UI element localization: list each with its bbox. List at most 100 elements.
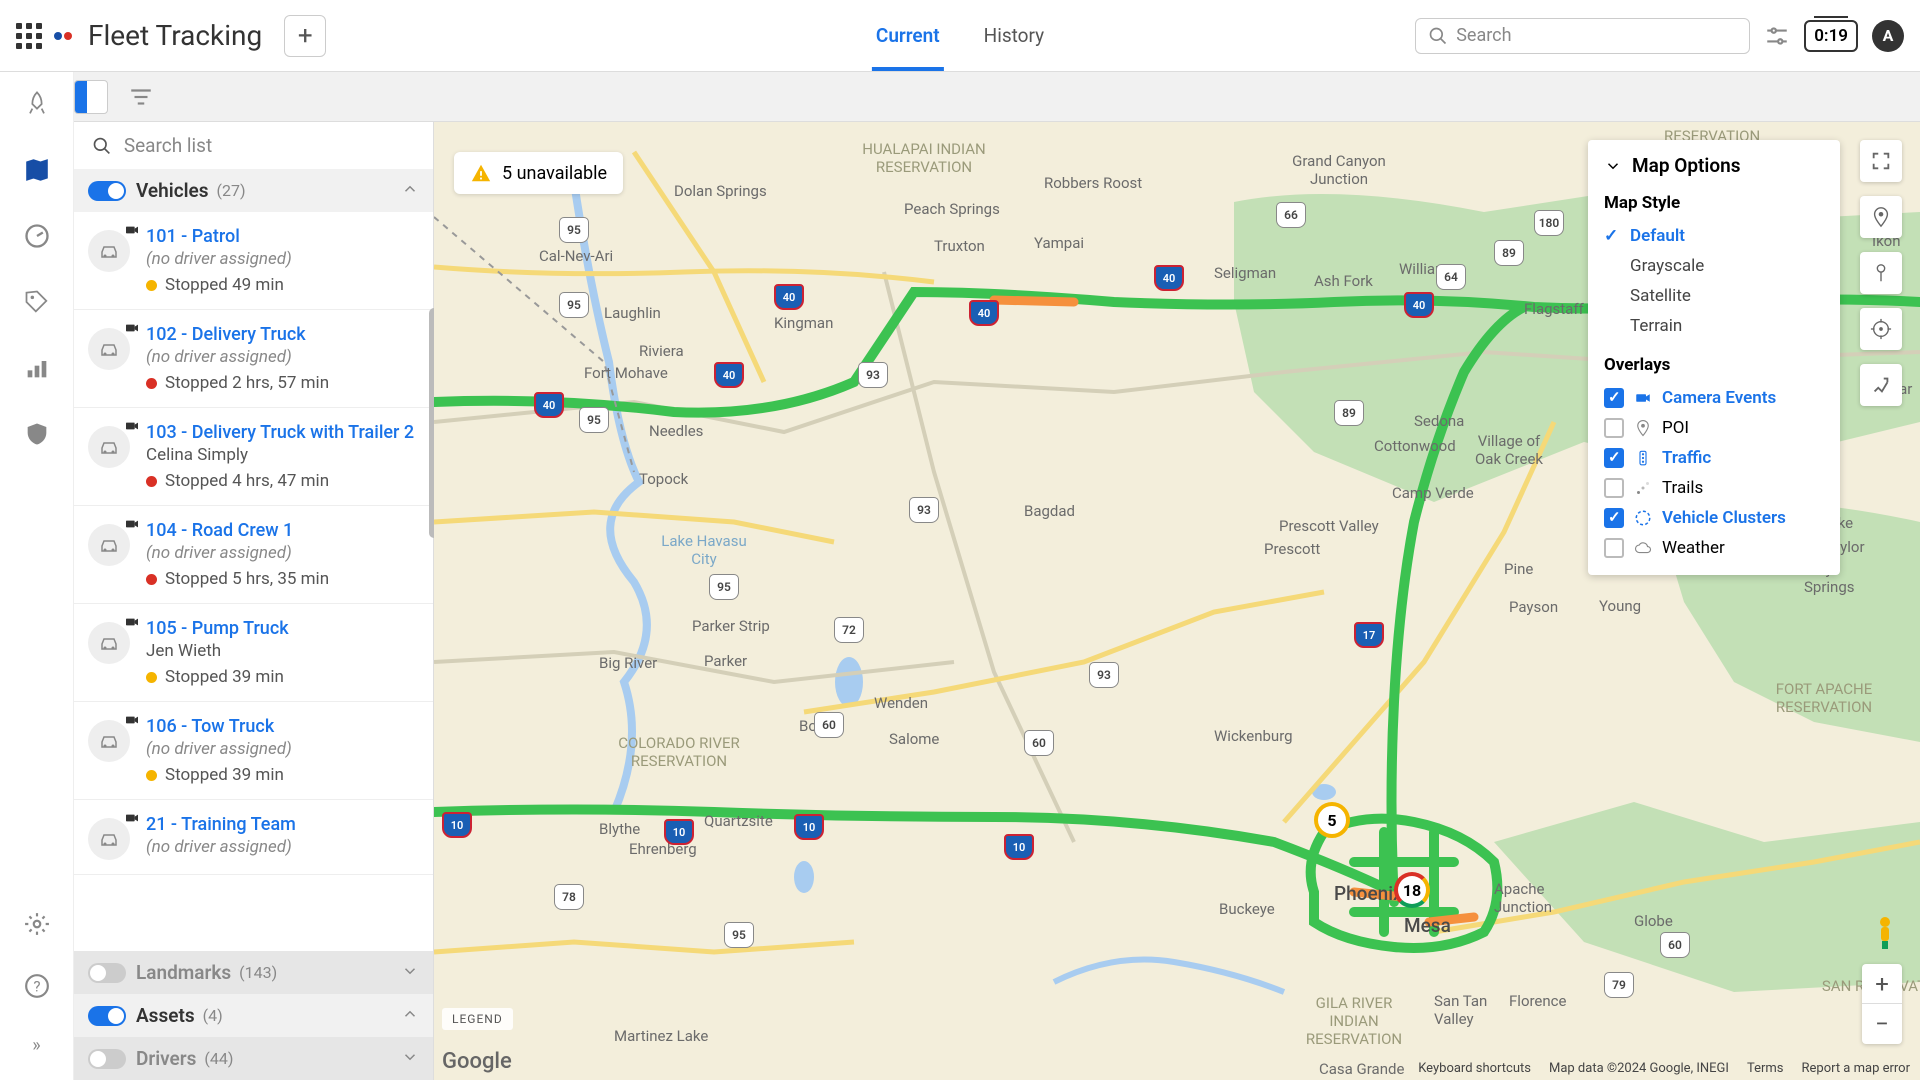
nav-dashboard-icon[interactable]: [19, 218, 55, 254]
checkbox[interactable]: [1604, 418, 1624, 438]
camera-badge-icon: [124, 516, 140, 532]
chevron-down-icon: [401, 962, 419, 984]
section-landmarks[interactable]: Landmarks (143): [74, 951, 433, 994]
recenter-button[interactable]: [1860, 308, 1902, 350]
directions-button[interactable]: [1860, 364, 1902, 406]
section-assets[interactable]: Assets (4): [74, 994, 433, 1037]
overlay-camera[interactable]: Camera Events: [1588, 383, 1840, 413]
add-button[interactable]: +: [284, 15, 326, 57]
panel-toggle-button[interactable]: [74, 80, 108, 114]
overlays-header: Overlays: [1588, 355, 1840, 375]
vehicle-name: 21 - Training Team: [146, 814, 419, 835]
overlay-traffic[interactable]: Traffic: [1588, 443, 1840, 473]
vehicle-name: 106 - Tow Truck: [146, 716, 419, 737]
overlay-clusters[interactable]: Vehicle Clusters: [1588, 503, 1840, 533]
vehicle-status: Stopped 4 hrs, 47 min: [146, 471, 419, 491]
drivers-toggle[interactable]: [88, 1049, 126, 1069]
nav-reports-icon[interactable]: [19, 350, 55, 386]
overlay-trails[interactable]: Trails: [1588, 473, 1840, 503]
vehicles-toggle[interactable]: [88, 181, 126, 201]
tab-current[interactable]: Current: [872, 0, 944, 71]
checkbox[interactable]: [1604, 538, 1624, 558]
legend-button[interactable]: LEGEND: [442, 1008, 513, 1030]
global-search-input[interactable]: [1456, 25, 1737, 46]
report-error-link[interactable]: Report a map error: [1801, 1061, 1910, 1076]
style-satellite[interactable]: Satellite: [1588, 281, 1840, 311]
nav-tags-icon[interactable]: [19, 284, 55, 320]
vehicle-name: 102 - Delivery Truck: [146, 324, 419, 345]
vehicle-list-item[interactable]: 105 - Pump Truck Jen Wieth Stopped 39 mi…: [74, 604, 433, 702]
map-options-header[interactable]: Map Options: [1588, 154, 1840, 177]
checkbox[interactable]: [1604, 388, 1624, 408]
map-data-text: Map data ©2024 Google, INEGI: [1549, 1061, 1729, 1076]
vehicle-driver: Jen Wieth: [146, 641, 419, 661]
assets-toggle[interactable]: [88, 1006, 126, 1026]
style-default[interactable]: ✓Default: [1588, 221, 1840, 251]
section-count: (143): [239, 963, 277, 982]
overlay-weather[interactable]: Weather: [1588, 533, 1840, 563]
vehicle-driver: (no driver assigned): [146, 347, 419, 367]
checkbox[interactable]: [1604, 508, 1624, 528]
vehicle-list-item[interactable]: 106 - Tow Truck (no driver assigned) Sto…: [74, 702, 433, 800]
style-terrain[interactable]: Terrain: [1588, 311, 1840, 341]
terms-link[interactable]: Terms: [1747, 1061, 1784, 1076]
nav-map-icon[interactable]: [19, 152, 55, 188]
fullscreen-button[interactable]: [1860, 140, 1902, 182]
chevron-down-icon: [401, 1048, 419, 1070]
weather-icon: [1634, 539, 1652, 557]
nav-launch-icon[interactable]: [19, 86, 55, 122]
list-search[interactable]: [74, 122, 433, 169]
section-label: Landmarks: [136, 961, 231, 984]
app-logo: [54, 32, 72, 40]
nav-settings-icon[interactable]: [20, 907, 54, 941]
section-drivers[interactable]: Drivers (44): [74, 1037, 433, 1080]
app-switcher-icon[interactable]: [16, 23, 42, 49]
tab-history[interactable]: History: [980, 0, 1048, 71]
checkbox[interactable]: [1604, 478, 1624, 498]
zoom-in-button[interactable]: +: [1862, 964, 1902, 1004]
vehicle-status: Stopped 5 hrs, 35 min: [146, 569, 419, 589]
filter-icon[interactable]: [128, 84, 154, 110]
vehicle-driver: (no driver assigned): [146, 249, 419, 269]
traffic-icon: [1634, 449, 1652, 467]
map-canvas[interactable]: Phoenix Mesa Flagstaff Kingman Prescott …: [434, 122, 1920, 1080]
vehicle-list-item[interactable]: 101 - Patrol (no driver assigned) Stoppe…: [74, 212, 433, 310]
map-options-title: Map Options: [1632, 154, 1740, 177]
nav-collapse-icon[interactable]: »: [28, 1031, 44, 1060]
settings-sliders-icon[interactable]: [1764, 23, 1790, 49]
section-count: (27): [217, 181, 246, 200]
section-vehicles[interactable]: Vehicles (27): [74, 169, 433, 212]
unavailable-badge[interactable]: 5 unavailable: [454, 152, 623, 194]
global-search[interactable]: [1415, 18, 1750, 54]
camera-icon: [1634, 389, 1652, 407]
zoom-out-button[interactable]: −: [1862, 1004, 1902, 1044]
unavailable-text: 5 unavailable: [502, 163, 607, 184]
vehicle-list-item[interactable]: 103 - Delivery Truck with Trailer 2 Celi…: [74, 408, 433, 506]
map-options-panel: Map Options Map Style ✓Default Grayscale…: [1588, 140, 1840, 575]
nav-admin-icon[interactable]: [19, 416, 55, 452]
vehicle-list-item[interactable]: 102 - Delivery Truck (no driver assigned…: [74, 310, 433, 408]
google-logo: Google: [442, 1049, 512, 1074]
vehicle-cluster[interactable]: 18: [1394, 872, 1430, 908]
vehicle-list-item[interactable]: 104 - Road Crew 1 (no driver assigned) S…: [74, 506, 433, 604]
overlay-poi[interactable]: POI: [1588, 413, 1840, 443]
poi-icon: [1634, 419, 1652, 437]
user-avatar[interactable]: A: [1872, 20, 1904, 52]
add-location-button[interactable]: [1860, 196, 1902, 238]
nav-help-icon[interactable]: [20, 969, 54, 1003]
checkbox[interactable]: [1604, 448, 1624, 468]
list-search-input[interactable]: [124, 134, 415, 157]
drop-pin-button[interactable]: [1860, 252, 1902, 294]
vehicle-name: 103 - Delivery Truck with Trailer 2: [146, 422, 419, 443]
landmarks-toggle[interactable]: [88, 963, 126, 983]
streetview-pegman[interactable]: [1870, 914, 1900, 954]
map-style-header: Map Style: [1588, 193, 1840, 213]
vehicle-list-item[interactable]: 21 - Training Team (no driver assigned): [74, 800, 433, 875]
vehicle-cluster[interactable]: 5: [1314, 802, 1350, 838]
keyboard-shortcuts-link[interactable]: Keyboard shortcuts: [1418, 1061, 1531, 1076]
vehicle-driver: (no driver assigned): [146, 837, 419, 857]
style-grayscale[interactable]: Grayscale: [1588, 251, 1840, 281]
section-label: Drivers: [136, 1047, 196, 1070]
time-badge[interactable]: 0:19: [1804, 20, 1858, 52]
vehicle-name: 105 - Pump Truck: [146, 618, 419, 639]
